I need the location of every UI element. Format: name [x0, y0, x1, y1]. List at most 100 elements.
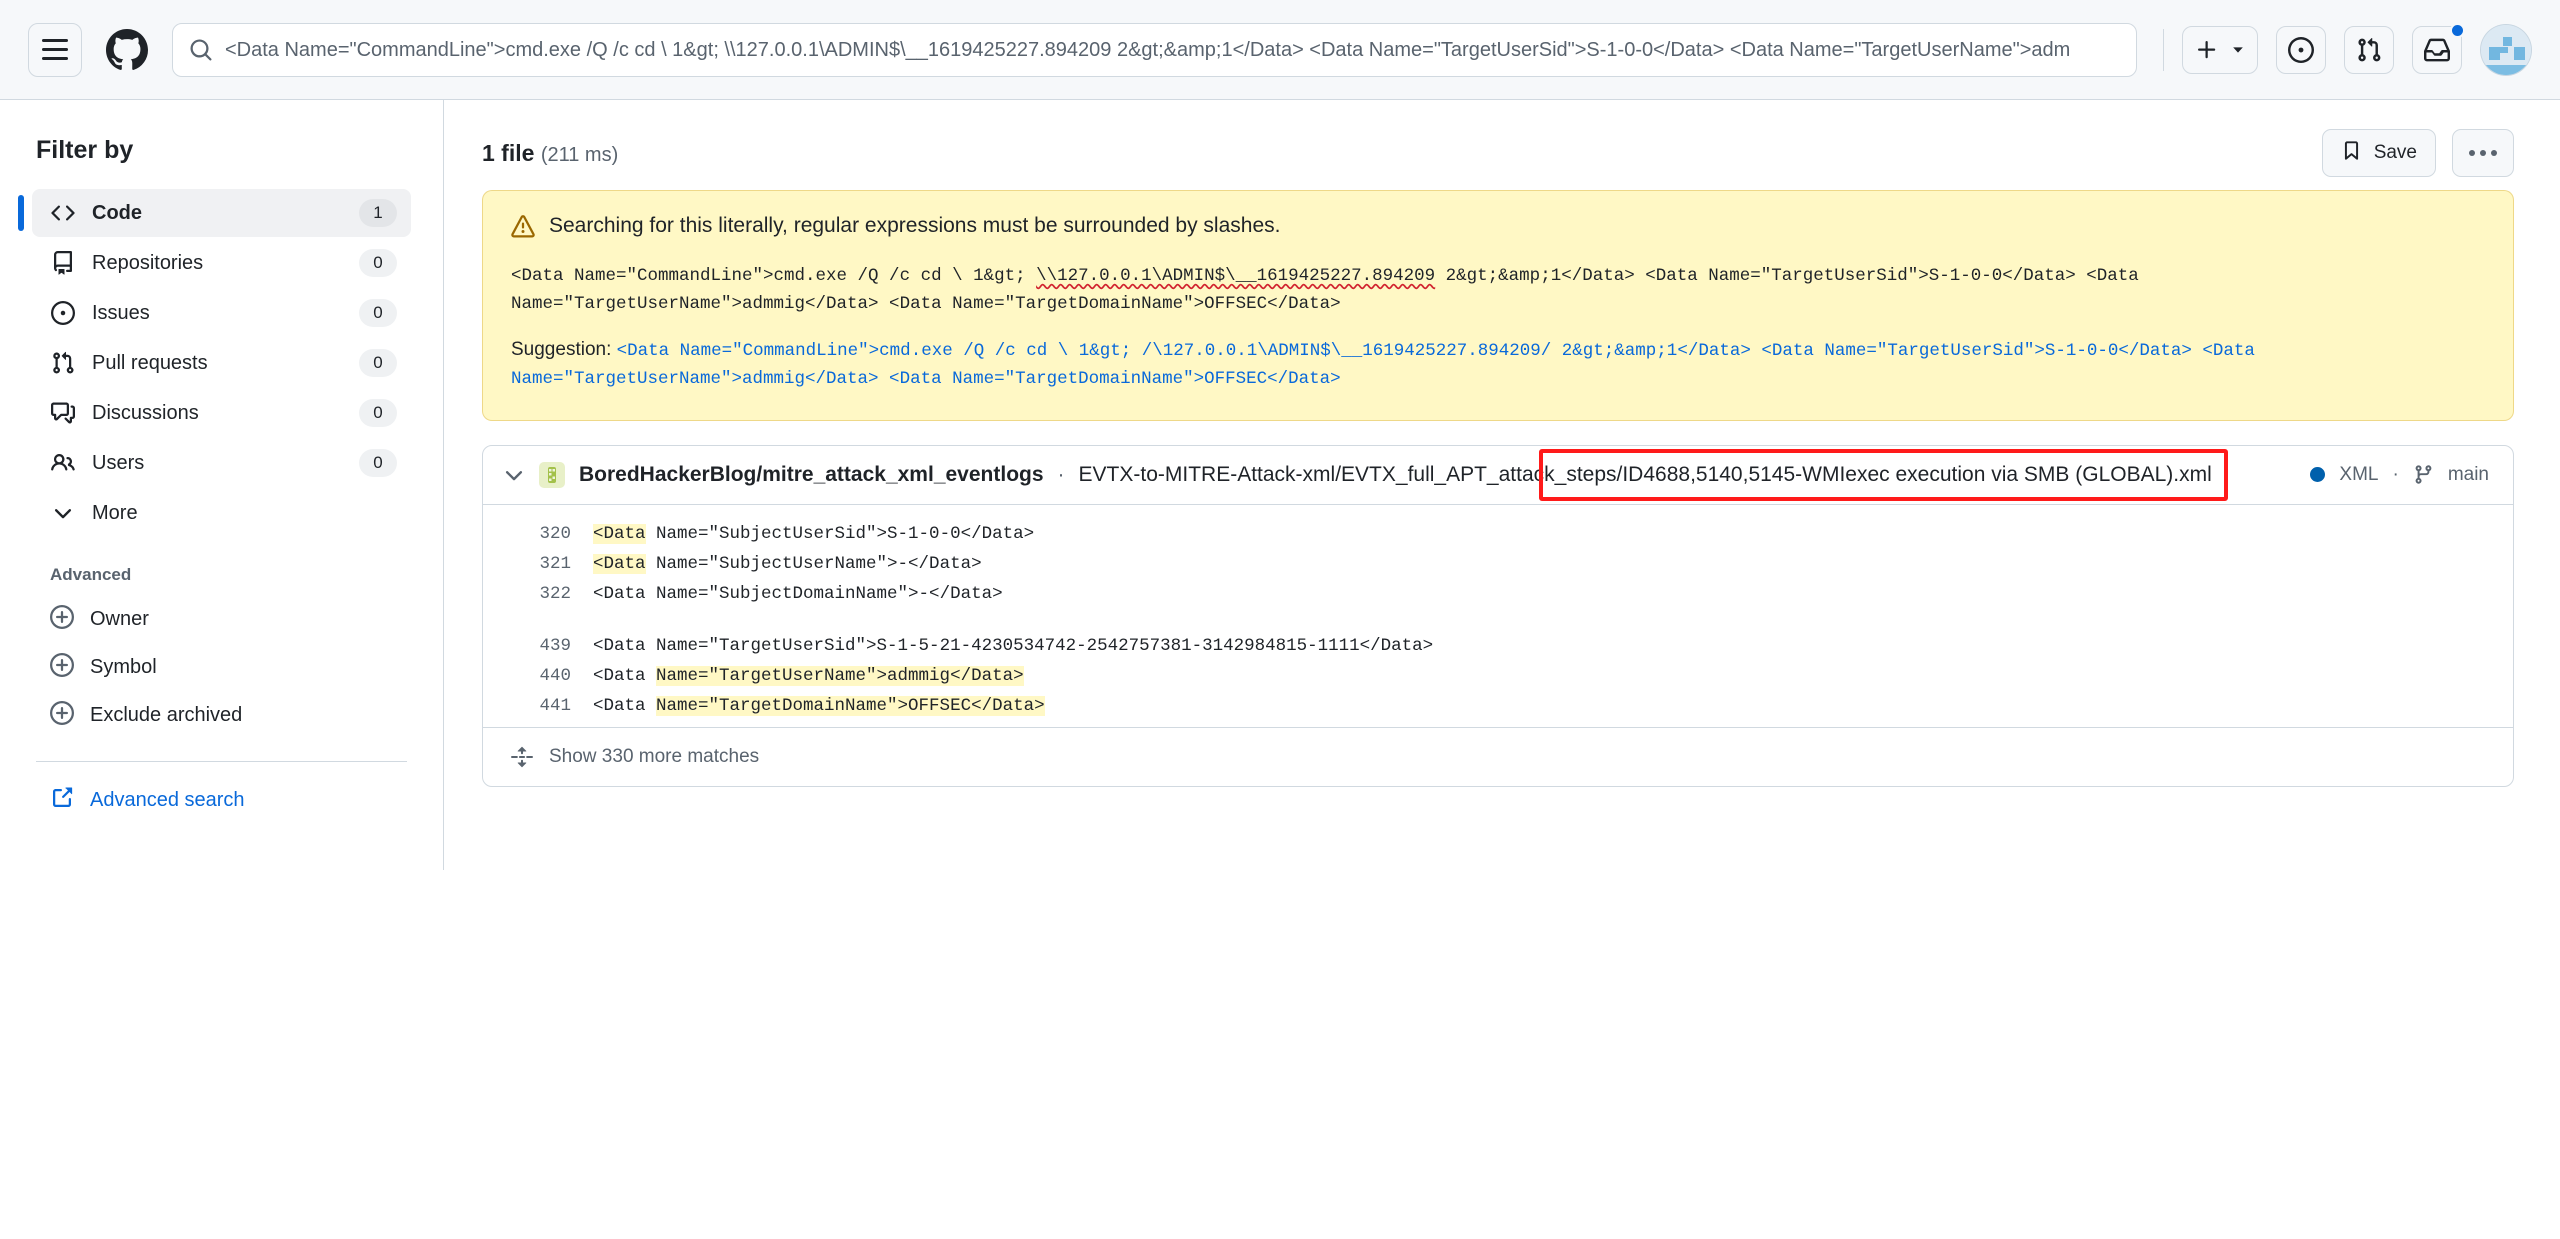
header-actions [2163, 24, 2532, 76]
sidebar-item-label: Repositories [92, 252, 343, 275]
advanced-search-link[interactable]: Advanced search [32, 774, 411, 826]
chevron-down-icon[interactable] [503, 464, 525, 486]
line-number: 441 [483, 691, 593, 721]
sidebar-item-count: 0 [359, 249, 397, 277]
create-new-button[interactable] [2182, 26, 2258, 74]
match-highlight: Name="TargetUserName">admmig</Data> [656, 666, 1024, 686]
github-logo-icon[interactable] [106, 29, 148, 71]
sidebar-item-count: 0 [359, 349, 397, 377]
git-pull-request-icon [50, 351, 76, 375]
alert-icon [511, 215, 535, 244]
more-options-button[interactable] [2452, 129, 2514, 177]
header-divider [2163, 29, 2164, 71]
sidebar-item-pull-requests[interactable]: Pull requests 0 [32, 339, 411, 387]
code-pre: <Data [593, 636, 646, 656]
regex-warning-banner: Searching for this literally, regular ex… [482, 190, 2514, 421]
line-number: 322 [483, 579, 593, 609]
warning-message: Searching for this literally, regular ex… [549, 213, 1280, 238]
sidebar-item-count: 1 [359, 199, 397, 227]
sidebar-item-discussions[interactable]: Discussions 0 [32, 389, 411, 437]
code-result-card: BoredHackerBlog/mitre_attack_xml_eventlo… [482, 445, 2514, 787]
code-text: <Data Name="SubjectDomainName">-</Data> [593, 579, 1003, 609]
code-rest: Name="SubjectDomainName">-</Data> [646, 584, 1003, 604]
issues-button[interactable] [2276, 26, 2326, 74]
bookmark-icon [2341, 140, 2362, 167]
people-icon [50, 451, 76, 475]
code-text: <Data Name="TargetUserSid">S-1-5-21-4230… [593, 631, 1433, 661]
chevron-down-icon [50, 502, 76, 524]
suggestion-label: Suggestion: [511, 339, 617, 360]
code-text: <Data Name="TargetDomainName">OFFSEC</Da… [593, 691, 1045, 721]
advanced-filter-label: Symbol [90, 656, 157, 679]
advanced-filter-owner[interactable]: Owner [32, 595, 411, 643]
show-more-matches-button[interactable]: Show 330 more matches [483, 727, 2513, 786]
filter-sidebar: Filter by Code 1 Repositories 0 Issues 0 [0, 100, 444, 870]
code-text: <Data Name="SubjectUserSid">S-1-0-0</Dat… [593, 519, 1034, 549]
match-highlight: <Data [593, 554, 646, 574]
code-line: 320 <Data Name="SubjectUserSid">S-1-0-0<… [483, 519, 2513, 549]
code-pre: <Data [593, 696, 656, 716]
line-number: 440 [483, 661, 593, 691]
line-number: 321 [483, 549, 593, 579]
file-path-link[interactable]: EVTX-to-MITRE-Attack-xml/EVTX_full_APT_a… [1079, 463, 2212, 487]
chevron-down-icon [2231, 43, 2245, 57]
sidebar-item-repositories[interactable]: Repositories 0 [32, 239, 411, 287]
sidebar-item-label: Pull requests [92, 352, 343, 375]
advanced-filter-exclude-archived[interactable]: Exclude archived [32, 691, 411, 739]
suggestion-query[interactable]: <Data Name="CommandLine">cmd.exe /Q /c c… [511, 341, 2255, 390]
code-line: 440 <Data Name="TargetUserName">admmig</… [483, 661, 2513, 691]
suggestion-row: Suggestion: <Data Name="CommandLine">cmd… [511, 335, 2485, 394]
save-button[interactable]: Save [2322, 129, 2436, 177]
language-color-dot [2310, 467, 2325, 482]
sidebar-item-count: 0 [359, 399, 397, 427]
code-rest: Name="SubjectUserName">-</Data> [646, 554, 982, 574]
repository-name-link[interactable]: BoredHackerBlog/mitre_attack_xml_eventlo… [579, 463, 1044, 487]
sidebar-item-more[interactable]: More [32, 489, 411, 537]
results-time: (211 ms) [541, 144, 618, 166]
search-input[interactable]: <Data Name="CommandLine">cmd.exe /Q /c c… [172, 23, 2137, 77]
sidebar-item-count: 0 [359, 449, 397, 477]
results-header: 1 file (211 ms) Save [482, 100, 2514, 178]
code-text: <Data Name="TargetUserName">admmig</Data… [593, 661, 1024, 691]
match-highlight: Name="TargetDomainName">OFFSEC</Data> [656, 696, 1045, 716]
meta-separator: · [2392, 464, 2398, 486]
language-label: XML [2339, 464, 2378, 486]
app-header: <Data Name="CommandLine">cmd.exe /Q /c c… [0, 0, 2560, 100]
sidebar-item-issues[interactable]: Issues 0 [32, 289, 411, 337]
advanced-search-label: Advanced search [90, 789, 245, 812]
results-count: 1 file (211 ms) [482, 140, 618, 167]
sidebar-item-label: Code [92, 202, 343, 225]
sidebar-item-label: Issues [92, 302, 343, 325]
code-gap [483, 609, 2513, 631]
match-highlight: <Data [593, 524, 646, 544]
sidebar-divider [36, 761, 407, 762]
notifications-button[interactable] [2412, 26, 2462, 74]
search-icon [189, 38, 213, 62]
user-avatar[interactable] [2480, 24, 2532, 76]
git-branch-icon [2413, 464, 2434, 485]
code-line: 441 <Data Name="TargetDomainName">OFFSEC… [483, 691, 2513, 721]
search-query-text: <Data Name="CommandLine">cmd.exe /Q /c c… [225, 23, 2120, 77]
hamburger-icon[interactable] [28, 23, 82, 77]
results-count-value: 1 file [482, 140, 534, 166]
advanced-filter-symbol[interactable]: Symbol [32, 643, 411, 691]
notification-indicator-dot [2450, 23, 2465, 38]
sidebar-item-users[interactable]: Users 0 [32, 439, 411, 487]
advanced-section-title: Advanced [50, 565, 411, 585]
sidebar-item-count: 0 [359, 299, 397, 327]
plus-circle-icon [50, 605, 74, 634]
repo-icon [50, 251, 76, 275]
file-path-text: EVTX-to-MITRE-Attack-xml/EVTX_full_APT_a… [1079, 463, 2212, 486]
code-line: 322 <Data Name="SubjectDomainName">-</Da… [483, 579, 2513, 609]
code-icon [50, 201, 76, 225]
plus-circle-icon [50, 653, 74, 682]
comment-discussion-icon [50, 401, 76, 425]
issue-opened-icon [50, 301, 76, 325]
code-text: <Data Name="SubjectUserName">-</Data> [593, 549, 982, 579]
sidebar-item-code[interactable]: Code 1 [32, 189, 411, 237]
code-pre: <Data [593, 584, 646, 604]
pull-requests-button[interactable] [2344, 26, 2394, 74]
advanced-filter-label: Owner [90, 608, 149, 631]
code-result-header: BoredHackerBlog/mitre_attack_xml_eventlo… [483, 446, 2513, 505]
plus-circle-icon [50, 701, 74, 730]
